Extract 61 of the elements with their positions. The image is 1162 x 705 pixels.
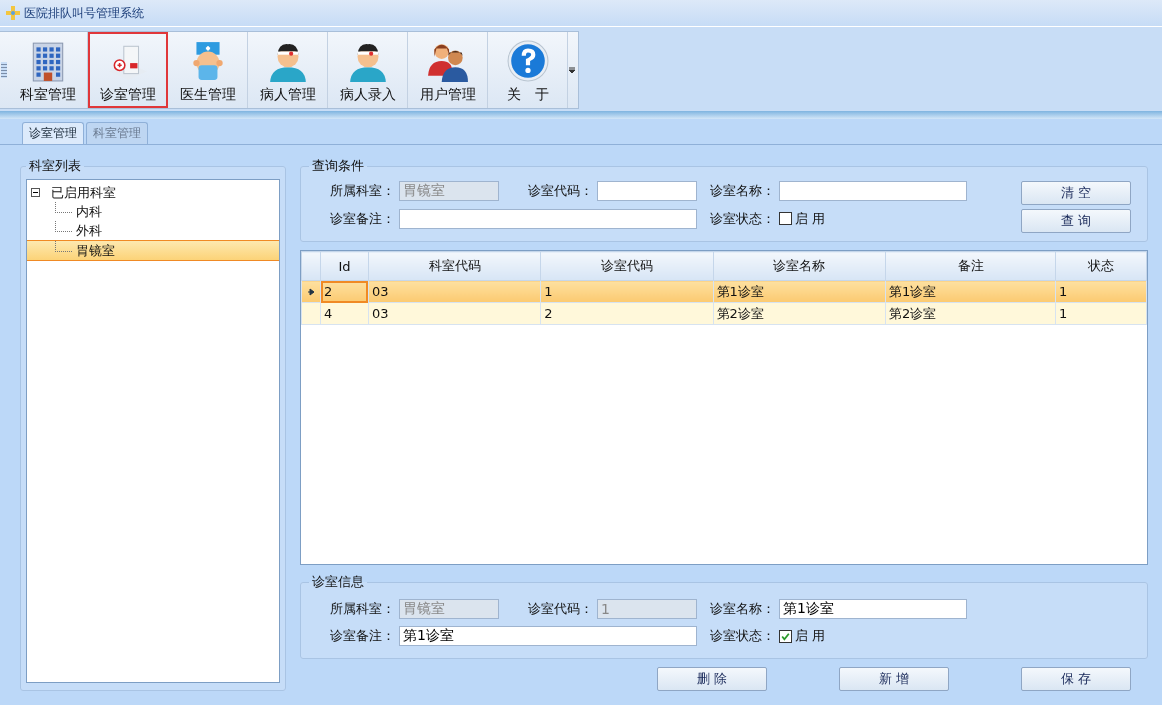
tree-item[interactable]: 已启用科室 bbox=[27, 183, 279, 202]
field-label: 诊室代码： bbox=[527, 600, 594, 618]
button[interactable]: 清 空 bbox=[1021, 181, 1131, 205]
field-label: 诊室备注： bbox=[329, 627, 396, 645]
app-icon bbox=[6, 6, 20, 20]
input-field[interactable] bbox=[399, 208, 697, 229]
toolbar-button[interactable]: 病人录入 bbox=[328, 32, 408, 108]
tree-item[interactable]: 内科 bbox=[27, 202, 279, 221]
table-cell: 第2诊室 bbox=[885, 302, 1056, 325]
button[interactable]: 删 除 bbox=[657, 667, 767, 691]
row-header[interactable] bbox=[301, 280, 321, 303]
field-label: 所属科室： bbox=[329, 182, 396, 201]
group-title: 查询条件 bbox=[311, 157, 365, 175]
table-cell: 03 bbox=[368, 302, 541, 325]
row-header bbox=[301, 251, 321, 281]
input-field[interactable] bbox=[597, 181, 697, 202]
column-header[interactable]: 状态 bbox=[1055, 251, 1147, 281]
table-cell: 2 bbox=[540, 302, 714, 325]
toolbar-button[interactable]: 科室管理 bbox=[8, 32, 88, 108]
tab[interactable]: 诊室管理 bbox=[22, 122, 84, 144]
table-cell: 第2诊室 bbox=[713, 302, 886, 325]
field-label: 诊室备注： bbox=[329, 209, 396, 228]
column-header[interactable]: 备注 bbox=[885, 251, 1056, 281]
group-title: 诊室信息 bbox=[311, 573, 365, 591]
input-field[interactable] bbox=[779, 181, 967, 202]
checkbox[interactable] bbox=[779, 629, 792, 643]
field-label: 诊室状态： bbox=[709, 209, 776, 228]
collapse-icon[interactable] bbox=[31, 188, 40, 197]
toolbar-button[interactable]: 病人管理 bbox=[248, 32, 328, 108]
row-pointer-icon bbox=[308, 287, 314, 296]
tree-item[interactable]: 胃镜室 bbox=[27, 240, 279, 261]
help-icon bbox=[506, 40, 549, 82]
field-label: 所属科室： bbox=[329, 600, 396, 618]
table-cell: 1 bbox=[540, 280, 714, 303]
toolbar-grip-icon[interactable] bbox=[1, 62, 7, 78]
checkbox-label[interactable]: 启 用 bbox=[795, 627, 826, 645]
field-label: 诊室名称： bbox=[709, 600, 776, 618]
tree-item[interactable]: 外科 bbox=[27, 221, 279, 240]
button[interactable]: 新 增 bbox=[839, 667, 949, 691]
column-header[interactable]: 科室代码 bbox=[368, 251, 541, 281]
checkbox-label[interactable]: 启 用 bbox=[795, 209, 826, 228]
input-field[interactable]: 第1诊室 bbox=[399, 626, 697, 646]
toolbar-button[interactable]: 医生管理 bbox=[168, 32, 248, 108]
table-cell: 第1诊室 bbox=[885, 280, 1056, 303]
field-label: 诊室名称： bbox=[709, 182, 776, 201]
column-header[interactable]: Id bbox=[320, 251, 369, 281]
column-header[interactable]: 诊室代码 bbox=[540, 251, 714, 281]
window-title: 医院排队叫号管理系统 bbox=[24, 4, 144, 22]
group-title: 科室列表 bbox=[28, 157, 82, 175]
button[interactable]: 保 存 bbox=[1021, 667, 1131, 691]
table-cell: 03 bbox=[368, 280, 541, 303]
button[interactable]: 查 询 bbox=[1021, 209, 1131, 233]
toolbar-button[interactable]: 诊室管理 bbox=[88, 32, 168, 108]
input-field[interactable]: 第1诊室 bbox=[779, 599, 967, 619]
toolbar-button[interactable]: 关 于 bbox=[488, 32, 568, 108]
checkbox[interactable] bbox=[779, 212, 792, 226]
field-label: 诊室状态： bbox=[709, 627, 776, 645]
field-label: 诊室代码： bbox=[527, 182, 594, 201]
column-header[interactable]: 诊室名称 bbox=[713, 251, 886, 281]
table-cell: 第1诊室 bbox=[713, 280, 886, 303]
toolbar-button[interactable]: 用户管理 bbox=[408, 32, 488, 108]
